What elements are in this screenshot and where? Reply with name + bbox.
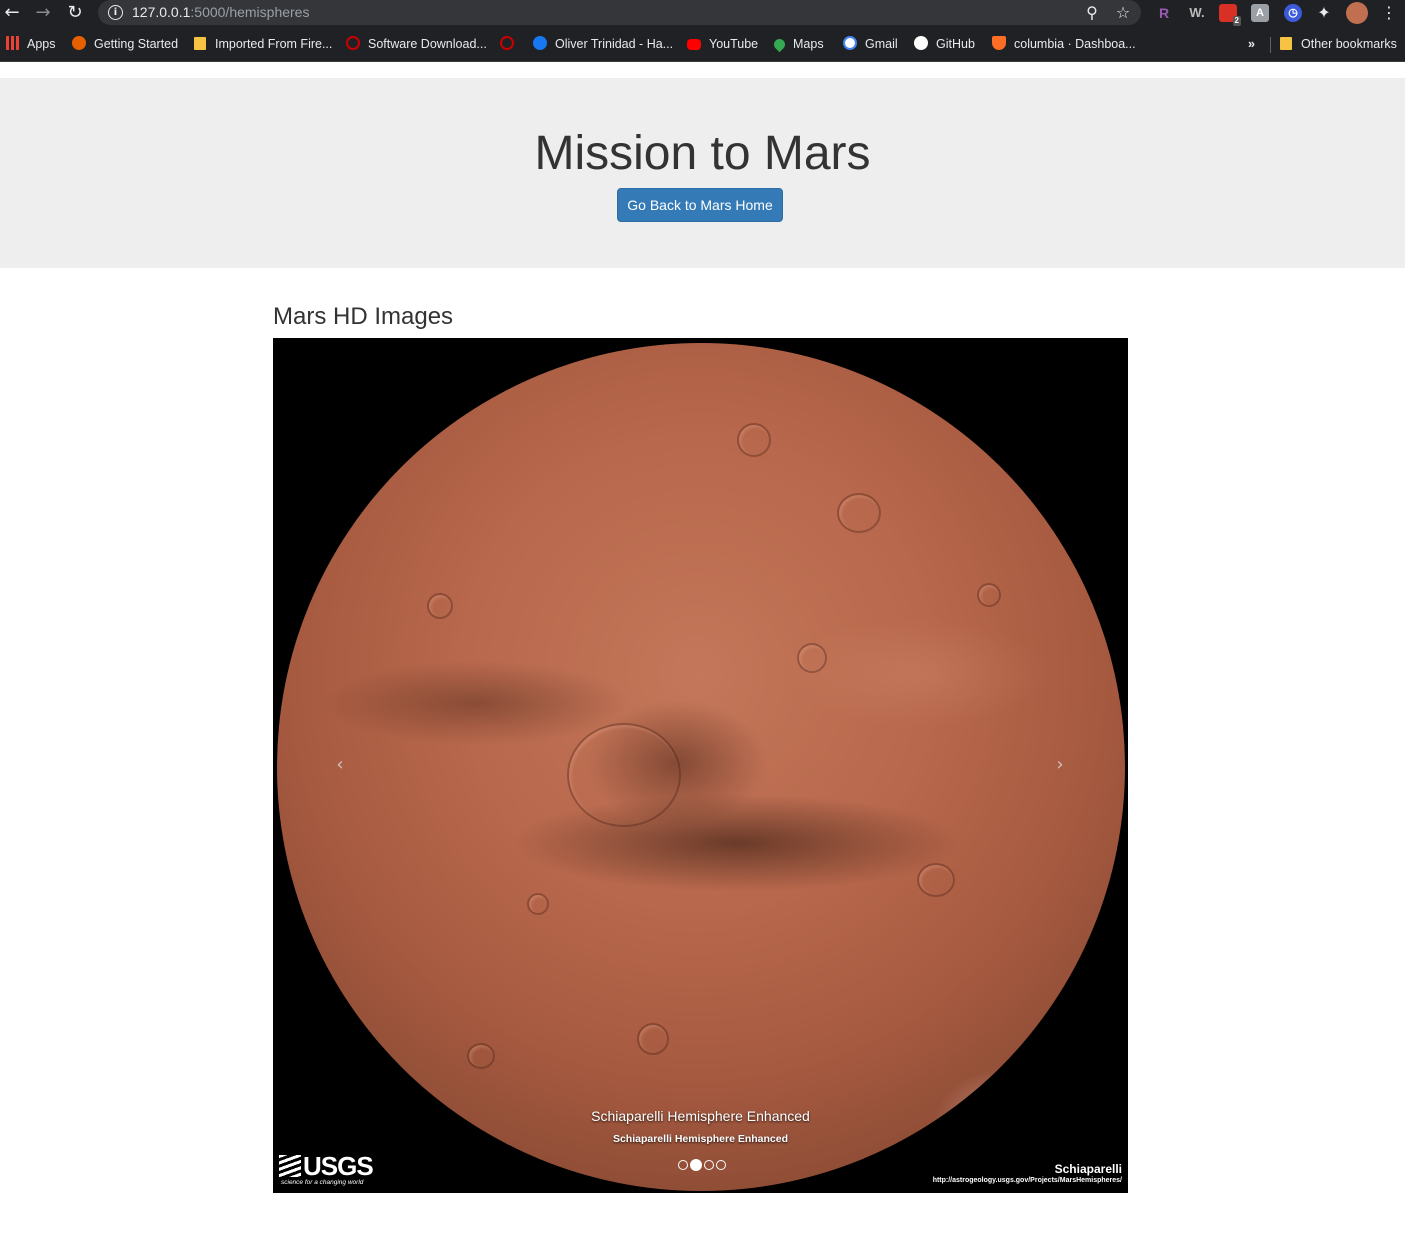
page-title: Mission to Mars [534, 127, 871, 180]
carousel-indicators [677, 1156, 727, 1171]
carousel-indicator-1[interactable] [678, 1159, 688, 1170]
carousel-indicator-3[interactable] [704, 1159, 714, 1170]
crater [797, 643, 827, 673]
crater [917, 863, 955, 897]
back-arrow-icon[interactable]: ← [1, 2, 23, 24]
crater [637, 1023, 669, 1055]
bookmark-maps[interactable]: Maps [771, 36, 824, 54]
carousel-indicator-2[interactable] [690, 1158, 702, 1171]
bookmark-label: Maps [793, 37, 824, 51]
extension-clock-icon[interactable]: ◷ [1284, 4, 1302, 22]
bookmark-label: Gmail [865, 37, 898, 51]
bookmark-facebook[interactable]: Oliver Trinidad - Ha... [533, 36, 673, 54]
bookmark-apps[interactable]: Apps [6, 36, 56, 54]
bookmarks-overflow-button[interactable]: » [1248, 36, 1255, 54]
site-info-icon[interactable]: i [108, 5, 123, 20]
github-icon [914, 36, 928, 50]
zoom-icon[interactable]: ⚲ [1082, 3, 1102, 23]
bookmark-label: Other bookmarks [1301, 37, 1397, 51]
firefox-icon [72, 36, 86, 50]
crater [467, 1043, 495, 1069]
youtube-icon [687, 39, 701, 50]
usgs-logo-text: USGS [303, 1151, 374, 1181]
url-host: 127.0.0.1 [132, 4, 191, 20]
bookmark-label: GitHub [936, 37, 975, 51]
crater [737, 423, 771, 457]
bookmark-label: Software Download... [368, 37, 487, 51]
extension-translate-icon[interactable]: A [1251, 4, 1269, 22]
bookmark-label: Imported From Fire... [215, 37, 333, 51]
bookmark-imported-folder[interactable]: Imported From Fire... [194, 36, 332, 54]
image-credit-name: Schiaparelli [1054, 1162, 1122, 1176]
bookmark-gmail[interactable]: Gmail [843, 36, 898, 54]
bookmark-software-download[interactable]: Software Download... [346, 36, 487, 54]
gitlab-icon [992, 36, 1006, 50]
browser-toolbar: ← → ↻ i 127.0.0.1:5000/hemispheres ⚲ ☆ R… [0, 0, 1405, 27]
other-bookmarks-folder[interactable]: Other bookmarks [1280, 36, 1397, 54]
menu-kebab-icon[interactable]: ⋮ [1379, 3, 1399, 23]
section-title: Mars HD Images [273, 303, 454, 330]
bookmark-label: Getting Started [94, 37, 179, 51]
forward-arrow-icon[interactable]: → [32, 2, 54, 24]
google-icon [843, 36, 857, 50]
back-home-button[interactable]: Go Back to Mars Home [617, 188, 783, 222]
bookmark-label: Oliver Trinidad - Ha... [555, 37, 674, 51]
usgs-logo: USGS science for a changing world [279, 1151, 374, 1186]
hemisphere-carousel: ‹ › USGS science for a changing world Sc… [273, 338, 1128, 1193]
bookmark-youtube[interactable]: YouTube [687, 36, 758, 54]
header-jumbotron: Mission to Mars Go Back to Mars Home [0, 78, 1405, 268]
bookmark-redhat[interactable] [500, 36, 522, 54]
url-path: :5000/hemispheres [190, 4, 310, 20]
facebook-icon [533, 36, 547, 50]
bookmarks-bar: Apps Getting Started Imported From Fire.… [0, 27, 1405, 62]
carousel-next-button[interactable]: › [1045, 750, 1075, 780]
extension-calendar-icon[interactable]: 2 [1219, 4, 1241, 26]
bookmark-label: Apps [27, 37, 56, 51]
carousel-prev-button[interactable]: ‹ [325, 750, 355, 780]
bookmark-github[interactable]: GitHub [914, 36, 975, 54]
profile-avatar[interactable] [1346, 2, 1368, 24]
bookmark-label: YouTube [709, 37, 759, 51]
folder-icon [194, 37, 206, 50]
usgs-tagline: science for a changing world [281, 1179, 364, 1186]
usgs-wave-icon [279, 1155, 301, 1177]
bookmark-getting-started[interactable]: Getting Started [72, 36, 178, 54]
bookmark-gitlab[interactable]: columbia · Dashboa... [992, 36, 1136, 54]
extension-r-icon[interactable]: R [1155, 4, 1173, 22]
bookmarks-divider [1270, 37, 1271, 53]
crater [977, 583, 1001, 607]
redhat-link-icon [346, 36, 360, 50]
image-credit-url: http://astrogeology.usgs.gov/Projects/Ma… [932, 1177, 1122, 1184]
carousel-caption-text: Schiaparelli Hemisphere Enhanced [612, 1133, 789, 1145]
bookmark-star-icon[interactable]: ☆ [1113, 3, 1133, 23]
mars-hemisphere-image [277, 343, 1125, 1191]
extensions-puzzle-icon[interactable]: ✦ [1314, 3, 1334, 23]
extension-w-icon[interactable]: W. [1185, 4, 1209, 22]
extension-badge: 2 [1232, 16, 1241, 26]
carousel-indicator-4[interactable] [716, 1159, 726, 1170]
redhat-link-icon [500, 36, 514, 50]
crater [837, 493, 881, 533]
reload-icon[interactable]: ↻ [64, 2, 86, 24]
maps-pin-icon [771, 36, 788, 53]
crater [567, 723, 681, 827]
bookmark-label: columbia · Dashboa... [1014, 37, 1136, 51]
address-bar[interactable]: i 127.0.0.1:5000/hemispheres ⚲ ☆ [98, 0, 1141, 25]
url-text[interactable]: 127.0.0.1:5000/hemispheres [132, 4, 309, 20]
carousel-caption-title: Schiaparelli Hemisphere Enhanced [591, 1108, 810, 1124]
apps-grid-icon [6, 36, 19, 50]
crater [427, 593, 453, 619]
folder-icon [1280, 37, 1292, 50]
crater [527, 893, 549, 915]
